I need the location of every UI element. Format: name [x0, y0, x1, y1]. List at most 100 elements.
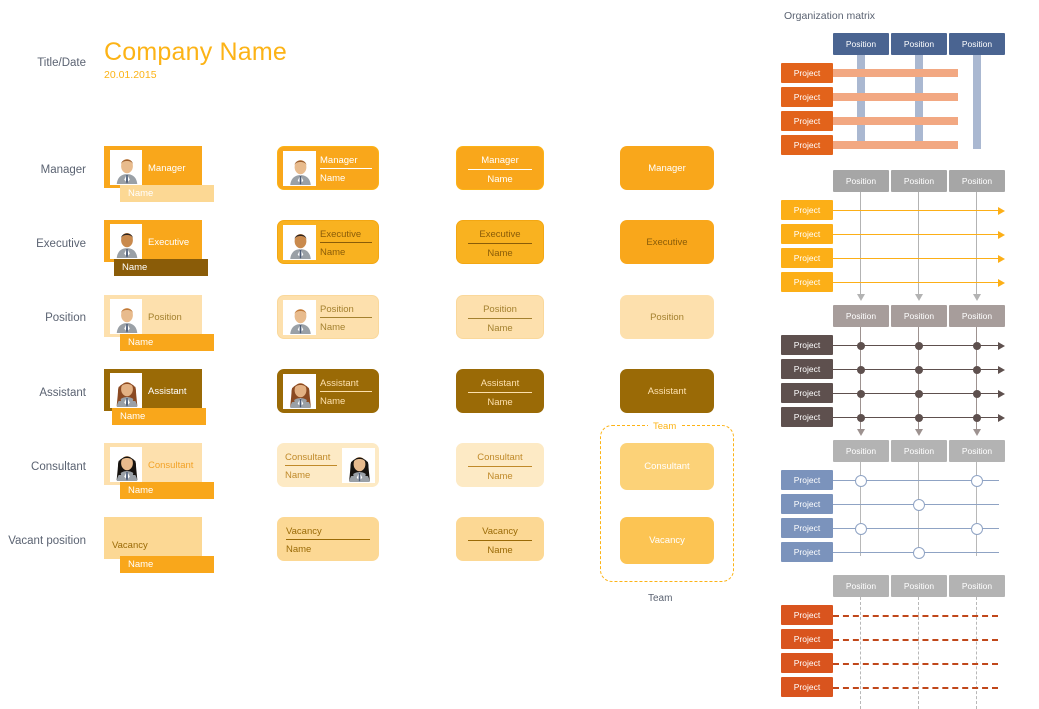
matrix-intersection-dot[interactable]: [915, 365, 923, 374]
matrix-project-row[interactable]: Project: [781, 248, 833, 268]
card-column3-executive[interactable]: Executive Name: [456, 220, 544, 264]
matrix-project-row[interactable]: Project: [781, 87, 833, 107]
matrix-position-header[interactable]: Position: [891, 170, 947, 192]
matrix-intersection-dot[interactable]: [857, 341, 865, 350]
matrix-column-arrowhead: [973, 294, 981, 301]
matrix-position-header[interactable]: Position: [891, 305, 947, 327]
card-name-text: Name: [487, 397, 513, 408]
card-name-text: Name: [285, 470, 311, 481]
matrix-column-line: [976, 192, 978, 296]
card-divider: [320, 168, 372, 169]
matrix-position-header[interactable]: Position: [949, 305, 1005, 327]
matrix-intersection-dot[interactable]: [915, 413, 923, 422]
matrix-row-arrowhead: [998, 389, 1005, 398]
matrix-project-row[interactable]: Project: [781, 63, 833, 83]
matrix-project-row[interactable]: Project: [781, 518, 833, 538]
matrix-position-header[interactable]: Position: [949, 575, 1005, 597]
matrix-intersection-ring[interactable]: [913, 498, 925, 511]
card-divider: [468, 392, 532, 393]
team-group-tag: Team: [648, 421, 682, 432]
card-divider: [468, 318, 532, 319]
matrix-column-line: [918, 597, 919, 709]
card-column3-consultant[interactable]: Consultant Name: [456, 443, 544, 487]
matrix-intersection-dot[interactable]: [857, 365, 865, 374]
matrix-intersection-dot[interactable]: [857, 389, 865, 398]
matrix-project-row[interactable]: Project: [781, 335, 833, 355]
matrix-row-arrowhead: [998, 254, 1005, 263]
card-name-text: Name: [320, 247, 346, 258]
matrix-5: Position Position Position Project Project Pr…: [0, 575, 1005, 709]
card-column4-executive[interactable]: Executive: [620, 220, 714, 264]
matrix-position-header[interactable]: Position: [833, 33, 889, 55]
matrix-position-header[interactable]: Position: [833, 170, 889, 192]
card-column3-vacancy[interactable]: Vacancy Name: [456, 517, 544, 561]
matrix-3: Position Position Position Project Project Pr…: [0, 305, 1005, 436]
card-title: Vacancy: [286, 526, 322, 537]
card-column2-manager[interactable]: Manager Name: [277, 146, 379, 190]
matrix-row-line: [833, 93, 958, 101]
matrix-position-header[interactable]: Position: [949, 170, 1005, 192]
team-group-box[interactable]: [600, 425, 734, 582]
card-column2-vacancy[interactable]: Vacancy Name: [277, 517, 379, 561]
card-name-text: Name: [487, 471, 513, 482]
matrix-intersection-dot[interactable]: [973, 341, 981, 350]
matrix-row-arrowhead: [998, 278, 1005, 287]
matrix-project-row[interactable]: Project: [781, 407, 833, 427]
matrix-intersection-dot[interactable]: [915, 341, 923, 350]
matrix-position-header[interactable]: Position: [891, 575, 947, 597]
matrix-intersection-ring[interactable]: [971, 522, 983, 535]
matrix-intersection-ring[interactable]: [913, 546, 925, 559]
matrix-project-row[interactable]: Project: [781, 111, 833, 131]
matrix-intersection-dot[interactable]: [973, 365, 981, 374]
matrix-project-row[interactable]: Project: [781, 605, 833, 625]
matrix-intersection-ring[interactable]: [971, 474, 983, 487]
matrix-project-row[interactable]: Project: [781, 542, 833, 562]
matrix-intersection-ring[interactable]: [855, 522, 867, 535]
card-title: Executive: [320, 229, 362, 240]
matrix-project-row[interactable]: Project: [781, 135, 833, 155]
matrix-column-line: [918, 192, 920, 296]
matrix-position-header[interactable]: Position: [949, 33, 1005, 55]
matrix-project-row[interactable]: Project: [781, 494, 833, 514]
matrix-project-row[interactable]: Project: [781, 677, 833, 697]
card-column2-executive[interactable]: Executive Name: [277, 220, 379, 264]
matrix-project-row[interactable]: Project: [781, 200, 833, 220]
card-column4-manager[interactable]: Manager: [620, 146, 714, 190]
matrix-position-header[interactable]: Position: [891, 440, 947, 462]
matrix-project-row[interactable]: Project: [781, 653, 833, 673]
matrix-project-row[interactable]: Project: [781, 224, 833, 244]
card-column4-assistant[interactable]: Assistant: [620, 369, 714, 413]
matrix-project-row[interactable]: Project: [781, 470, 833, 490]
matrix-intersection-dot[interactable]: [973, 413, 981, 422]
matrix-position-header[interactable]: Position: [833, 305, 889, 327]
card-divider: [468, 540, 532, 541]
matrix-row-arrowhead: [998, 341, 1005, 350]
card-divider: [320, 317, 372, 318]
matrix-column-line: [973, 55, 981, 149]
matrix-project-row[interactable]: Project: [781, 272, 833, 292]
matrix-position-header[interactable]: Position: [833, 575, 889, 597]
org-chart-canvas: Title/Date Company Name 20.01.2015 Manag…: [0, 0, 1039, 709]
card-column3-position[interactable]: Position Name: [456, 295, 544, 339]
matrix-position-header[interactable]: Position: [949, 440, 1005, 462]
matrix-intersection-dot[interactable]: [857, 413, 865, 422]
matrix-position-header[interactable]: Position: [891, 33, 947, 55]
matrix-position-header[interactable]: Position: [833, 440, 889, 462]
card-column4-position[interactable]: Position: [620, 295, 714, 339]
matrix-intersection-dot[interactable]: [915, 389, 923, 398]
matrix-column-arrowhead: [973, 429, 981, 436]
matrix-project-row[interactable]: Project: [781, 629, 833, 649]
matrix-project-row[interactable]: Project: [781, 383, 833, 403]
card-column2-consultant[interactable]: Consultant Name: [277, 443, 379, 487]
matrix-column-arrowhead: [915, 429, 923, 436]
matrix-intersection-ring[interactable]: [855, 474, 867, 487]
card-column2-assistant[interactable]: Assistant Name: [277, 369, 379, 413]
matrix-row-line: [833, 639, 998, 641]
matrix-project-row[interactable]: Project: [781, 359, 833, 379]
matrix-intersection-dot[interactable]: [973, 389, 981, 398]
card-column3-assistant[interactable]: Assistant Name: [456, 369, 544, 413]
card-column3-manager[interactable]: Manager Name: [456, 146, 544, 190]
card-title: Assistant: [320, 378, 359, 389]
card-column2-position[interactable]: Position Name: [277, 295, 379, 339]
matrix-column-line: [976, 597, 977, 709]
